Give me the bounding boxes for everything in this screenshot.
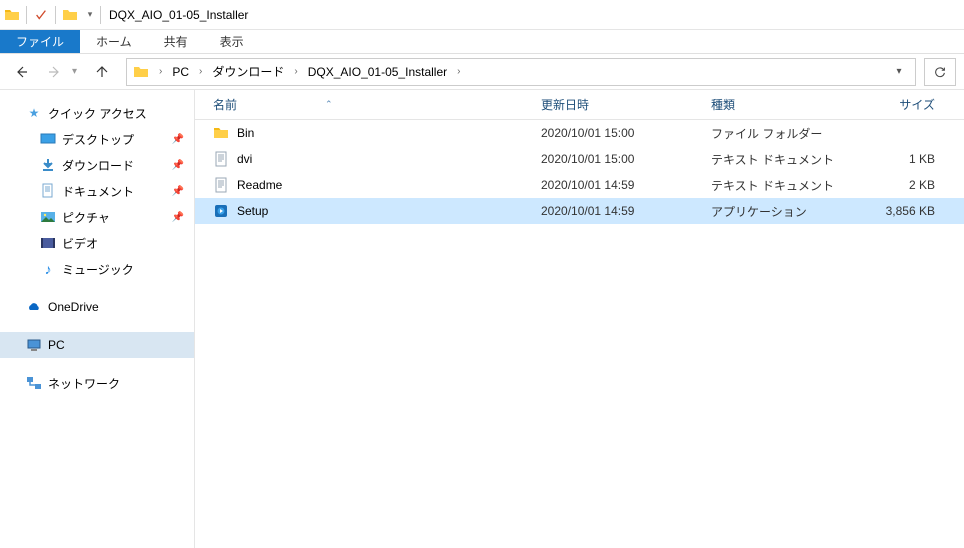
tab-share[interactable]: 共有 [148,30,204,53]
address-dropdown-icon[interactable]: ▾ [887,59,911,85]
file-name: Readme [237,178,282,192]
sidebar-item-label: ピクチャ [62,209,110,226]
file-row[interactable]: Setup 2020/10/01 14:59アプリケーション3,856 KB [195,198,964,224]
qat-properties-icon[interactable] [29,0,53,30]
chevron-right-icon[interactable]: › [195,66,206,77]
text-icon [213,177,229,193]
pc-icon [26,337,42,353]
file-type: ファイル フォルダー [711,125,861,142]
sidebar-pictures[interactable]: ピクチャ 📌 [0,204,194,230]
sidebar-downloads[interactable]: ダウンロード 📌 [0,152,194,178]
downloads-icon [40,157,56,173]
back-button[interactable] [8,58,36,86]
folder-window-icon [0,0,24,30]
sidebar-onedrive[interactable]: OneDrive [0,294,194,320]
videos-icon [40,235,56,251]
separator [55,6,56,24]
sidebar: ★ クイック アクセス デスクトップ 📌 ダウンロード 📌 ドキュメント 📌 ピ… [0,90,195,548]
sidebar-pc[interactable]: PC [0,332,194,358]
file-date: 2020/10/01 15:00 [541,126,711,140]
separator [26,6,27,24]
column-name[interactable]: 名前 ⌃ [213,96,541,113]
file-size: 2 KB [861,178,945,192]
content-area: ★ クイック アクセス デスクトップ 📌 ダウンロード 📌 ドキュメント 📌 ピ… [0,90,964,548]
sidebar-item-label: OneDrive [48,300,99,314]
file-name: dvi [237,152,252,166]
file-row[interactable]: Readme 2020/10/01 14:59テキスト ドキュメント2 KB [195,172,964,198]
file-size: 1 KB [861,152,945,166]
column-headers: 名前 ⌃ 更新日時 種類 サイズ [195,90,964,120]
address-bar[interactable]: › PC › ダウンロード › DQX_AIO_01-05_Installer … [126,58,916,86]
text-icon [213,151,229,167]
file-rows: Bin 2020/10/01 15:00ファイル フォルダー dvi 2020/10/… [195,120,964,224]
nav-bar: ▾ › PC › ダウンロード › DQX_AIO_01-05_Installe… [0,54,964,90]
qat-dropdown-icon[interactable]: ▾ [82,0,98,30]
sidebar-quick-access[interactable]: ★ クイック アクセス [0,100,194,126]
tab-view[interactable]: 表示 [204,30,260,53]
sidebar-item-label: ミュージック [62,261,134,278]
file-name: Setup [237,204,268,218]
tab-home[interactable]: ホーム [80,30,148,53]
sidebar-network[interactable]: ネットワーク [0,370,194,396]
sort-indicator-icon: ⌃ [325,99,333,110]
pictures-icon [40,209,56,225]
file-name: Bin [237,126,254,140]
sidebar-item-label: ネットワーク [48,375,120,392]
star-icon: ★ [26,105,42,121]
file-list-area: 名前 ⌃ 更新日時 種類 サイズ Bin 2020/10/01 15:00ファイル… [195,90,964,548]
up-button[interactable] [88,58,116,86]
chevron-right-icon[interactable]: › [290,66,301,77]
onedrive-icon [26,299,42,315]
pin-icon: 📌 [172,134,184,145]
app-icon [213,203,229,219]
column-date[interactable]: 更新日時 [541,96,711,113]
file-type: アプリケーション [711,203,861,220]
sidebar-music[interactable]: ♪ ミュージック [0,256,194,282]
file-type: テキスト ドキュメント [711,177,861,194]
desktop-icon [40,131,56,147]
file-date: 2020/10/01 14:59 [541,204,711,218]
chevron-right-icon[interactable]: › [155,66,166,77]
documents-icon [40,183,56,199]
column-type[interactable]: 種類 [711,96,861,113]
sidebar-documents[interactable]: ドキュメント 📌 [0,178,194,204]
file-row[interactable]: dvi 2020/10/01 15:00テキスト ドキュメント1 KB [195,146,964,172]
pin-icon: 📌 [172,186,184,197]
sidebar-item-label: デスクトップ [62,131,134,148]
file-row[interactable]: Bin 2020/10/01 15:00ファイル フォルダー [195,120,964,146]
file-date: 2020/10/01 14:59 [541,178,711,192]
window-title: DQX_AIO_01-05_Installer [109,8,248,22]
sidebar-desktop[interactable]: デスクトップ 📌 [0,126,194,152]
network-icon [26,375,42,391]
crumb-current[interactable]: DQX_AIO_01-05_Installer [302,59,453,85]
history-dropdown-icon[interactable]: ▾ [72,66,84,77]
refresh-button[interactable] [924,58,956,86]
crumb-downloads[interactable]: ダウンロード [206,59,290,85]
crumb-pc[interactable]: PC [166,59,195,85]
sidebar-item-label: ダウンロード [62,157,134,174]
pin-icon: 📌 [172,212,184,223]
music-icon: ♪ [40,261,56,277]
file-type: テキスト ドキュメント [711,151,861,168]
address-root-icon[interactable] [131,59,155,85]
file-date: 2020/10/01 15:00 [541,152,711,166]
tab-file[interactable]: ファイル [0,30,80,53]
column-name-label: 名前 [213,96,237,113]
sidebar-item-label: ドキュメント [62,183,134,200]
separator [100,6,101,24]
folder-icon [213,125,229,141]
sidebar-videos[interactable]: ビデオ [0,230,194,256]
column-size[interactable]: サイズ [861,96,945,113]
pin-icon: 📌 [172,160,184,171]
chevron-right-icon[interactable]: › [453,66,464,77]
sidebar-item-label: PC [48,338,65,352]
qat-folder-icon[interactable] [58,0,82,30]
ribbon-tabs: ファイル ホーム 共有 表示 [0,30,964,54]
file-size: 3,856 KB [861,204,945,218]
sidebar-item-label: クイック アクセス [48,105,147,122]
title-bar: ▾ DQX_AIO_01-05_Installer [0,0,964,30]
sidebar-item-label: ビデオ [62,235,98,252]
forward-button[interactable] [40,58,68,86]
